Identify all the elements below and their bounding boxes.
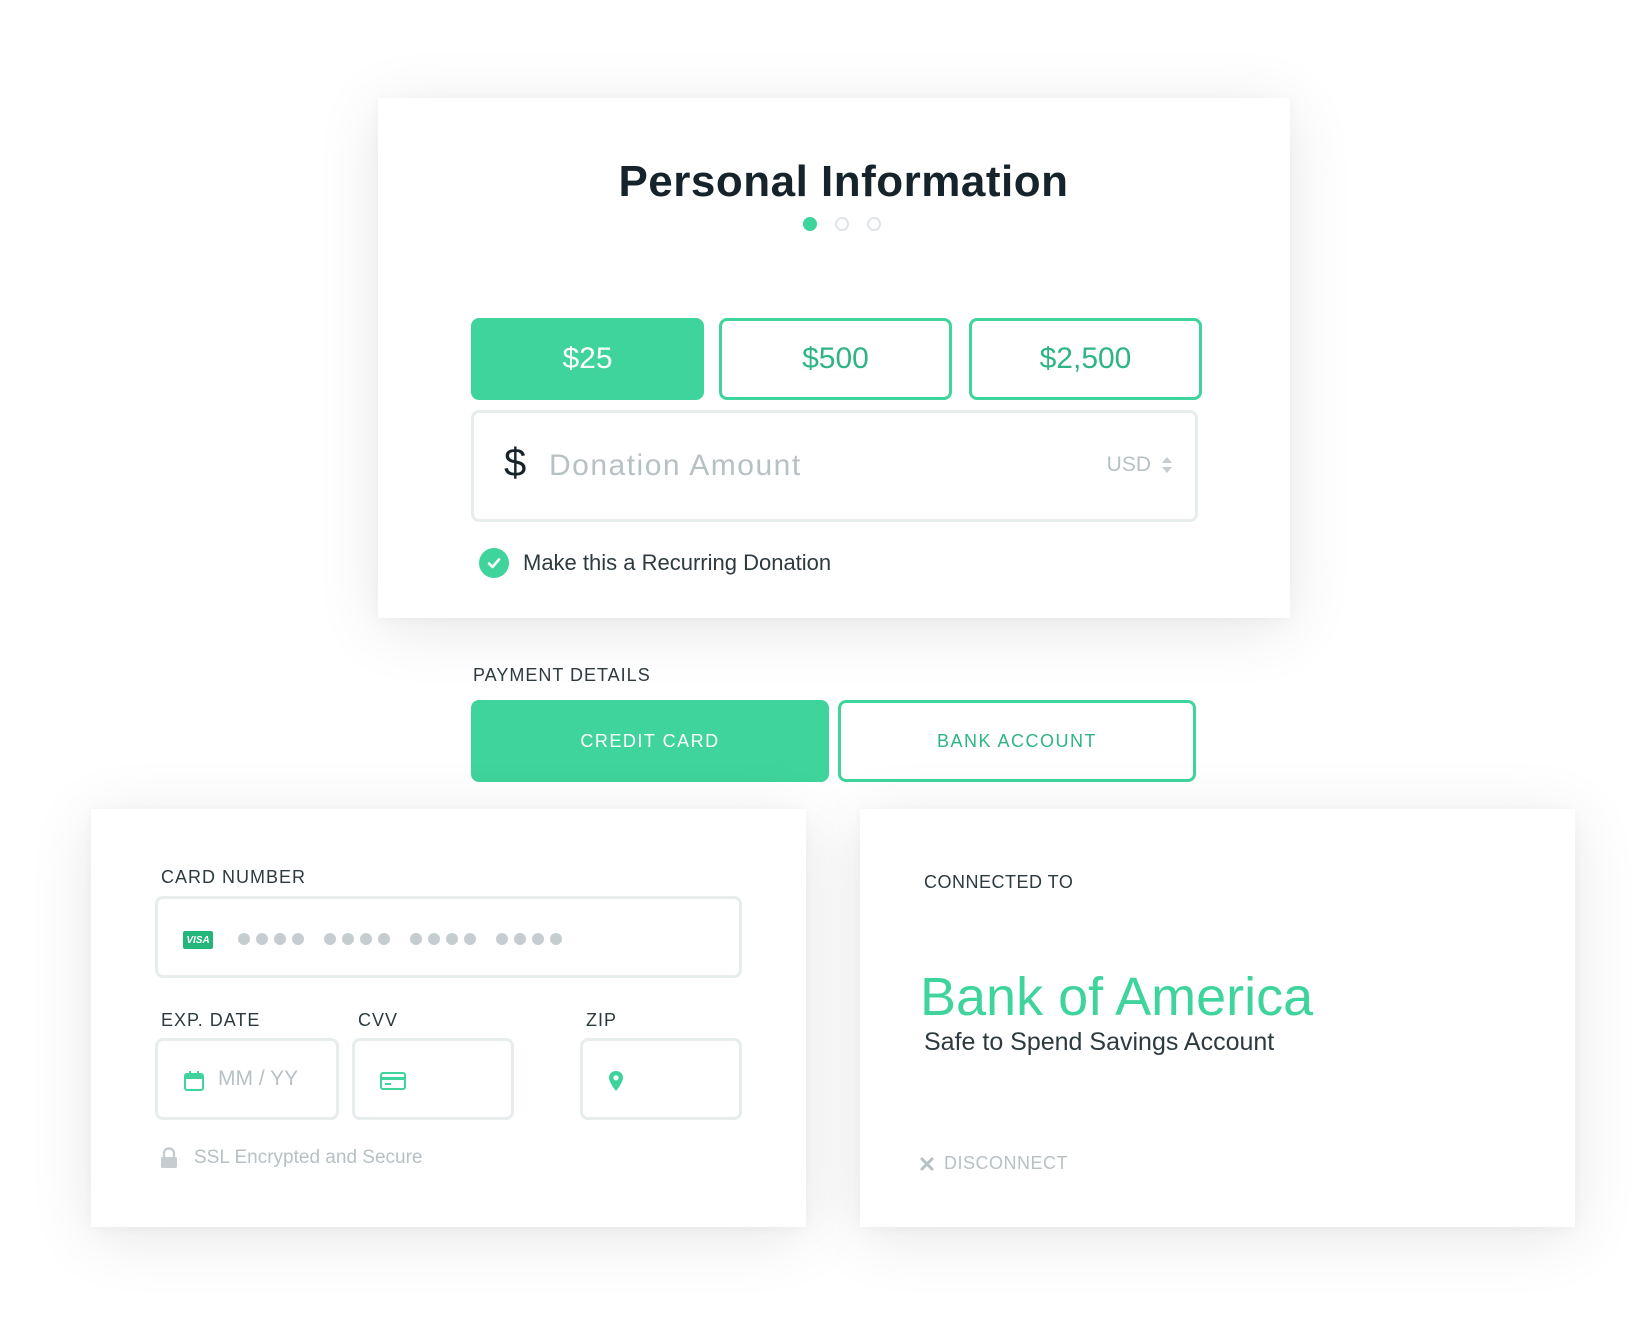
cvv-label: CVV — [358, 1010, 399, 1030]
card-number-label: CARD NUMBER — [161, 867, 307, 887]
recurring-donation-checkbox[interactable]: Make this a Recurring Donation — [479, 548, 831, 578]
amount-option-25-button[interactable]: $25 — [471, 318, 704, 400]
currency-value: USD — [1106, 453, 1151, 476]
page-title: Personal Information — [618, 157, 1069, 206]
zip-input[interactable] — [580, 1038, 742, 1120]
disconnect-button[interactable]: DISCONNECT — [920, 1153, 1068, 1174]
zip-label: ZIP — [586, 1010, 618, 1030]
currency-select[interactable]: USD — [1107, 453, 1173, 477]
disconnect-label: DISCONNECT — [944, 1153, 1069, 1173]
dollar-sign-label: $ — [504, 441, 527, 485]
exp-date-input[interactable]: MM / YY — [155, 1038, 339, 1120]
tab-bank-account[interactable]: BANK ACCOUNT — [838, 700, 1196, 782]
donation-amount-placeholder: Donation Amount — [549, 449, 802, 482]
ssl-security-text: SSL Encrypted and Secure — [194, 1147, 423, 1168]
step-dot-3 — [867, 217, 881, 231]
check-icon — [479, 548, 509, 578]
lock-icon — [161, 1147, 177, 1168]
recurring-donation-label: Make this a Recurring Donation — [523, 550, 832, 575]
tab-credit-card[interactable]: CREDIT CARD — [471, 700, 829, 782]
amount-option-2500-button[interactable]: $2,500 — [969, 318, 1202, 400]
account-name: Safe to Spend Savings Account — [924, 1028, 1275, 1056]
updown-caret-icon — [1162, 457, 1172, 473]
bank-name: Bank of America — [920, 967, 1314, 1027]
step-indicator — [803, 217, 881, 231]
credit-card-icon — [380, 1072, 406, 1090]
calendar-icon — [184, 1071, 204, 1091]
close-x-icon — [920, 1157, 934, 1170]
step-dot-2 — [835, 217, 849, 231]
card-number-mask — [238, 933, 562, 945]
card-number-input[interactable]: VISA — [155, 896, 742, 978]
amount-option-500-button[interactable]: $500 — [719, 318, 952, 400]
exp-date-label: EXP. DATE — [161, 1010, 261, 1030]
donation-amount-input[interactable]: $ Donation Amount USD — [471, 410, 1198, 522]
ssl-security-note: SSL Encrypted and Secure — [160, 1147, 423, 1169]
connected-to-label: CONNECTED TO — [924, 872, 1074, 892]
map-pin-icon — [609, 1071, 623, 1091]
visa-icon: VISA — [183, 931, 213, 949]
exp-date-placeholder: MM / YY — [218, 1067, 299, 1090]
step-dot-1 — [803, 217, 817, 231]
cvv-input[interactable] — [352, 1038, 514, 1120]
payment-details-heading: PAYMENT DETAILS — [473, 665, 651, 685]
